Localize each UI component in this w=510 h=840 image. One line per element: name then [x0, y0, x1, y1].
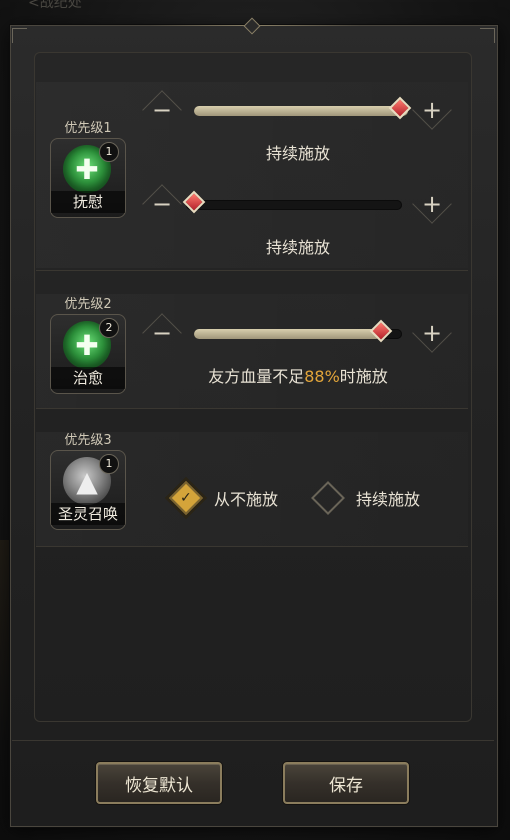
option-always-cast[interactable]: 持续施放: [311, 481, 421, 515]
skill-slot-2[interactable]: 优先级2 ✚ 2 治愈: [48, 296, 128, 394]
caption-prefix: 友方血量不足: [208, 367, 305, 386]
unchecked-diamond-icon[interactable]: [311, 481, 345, 515]
hp-threshold-value: 88%: [304, 367, 340, 386]
plus-icon: +: [421, 190, 443, 218]
option-label: 持续施放: [356, 490, 421, 509]
slider-caption: 友方血量不足88%时施放: [178, 363, 418, 387]
plus-icon: +: [421, 96, 443, 124]
reset-default-button[interactable]: 恢复默认: [96, 762, 222, 804]
checked-diamond-icon[interactable]: ✓: [169, 481, 203, 515]
row-divider: [36, 270, 468, 271]
skill-name: 抚慰: [51, 191, 125, 213]
decrease-button[interactable]: −: [142, 90, 182, 130]
save-button[interactable]: 保存: [283, 762, 409, 804]
row-divider: [36, 408, 468, 409]
decrease-button[interactable]: −: [142, 313, 182, 353]
threshold-slider[interactable]: [194, 319, 402, 343]
threshold-slider[interactable]: [194, 96, 412, 120]
threshold-slider[interactable]: [182, 190, 402, 214]
check-icon: ✓: [180, 489, 192, 506]
slider-caption: 持续施放: [265, 144, 330, 163]
skill-level-badge: 2: [99, 318, 119, 338]
background-title: <战纪处: [28, 0, 82, 11]
increase-button[interactable]: +: [412, 90, 452, 130]
decrease-button[interactable]: −: [142, 184, 182, 224]
skill-frame: ✚ 1 抚慰: [50, 138, 126, 218]
skill-level-badge: 1: [99, 142, 119, 162]
skill-name: 圣灵召唤: [51, 503, 125, 525]
caption-suffix: 时施放: [339, 367, 388, 386]
corner-ornament: [480, 28, 495, 43]
minus-icon: −: [151, 319, 173, 347]
increase-button[interactable]: +: [412, 313, 452, 353]
skill-frame: ✚ 2 治愈: [50, 314, 126, 394]
skill-frame: ▲ 1 圣灵召唤: [50, 450, 126, 530]
priority-label: 优先级3: [64, 433, 112, 448]
skill-name: 治愈: [51, 367, 125, 389]
minus-icon: −: [151, 96, 173, 124]
slider-fill: [194, 106, 408, 116]
skill-slot-3[interactable]: 优先级3 ▲ 1 圣灵召唤: [48, 432, 128, 530]
plus-icon: +: [421, 319, 443, 347]
footer-divider: [12, 740, 494, 741]
corner-ornament: [12, 28, 27, 43]
row-divider: [36, 546, 468, 547]
skill-level-badge: 1: [99, 454, 119, 474]
slider-fill: [194, 329, 382, 339]
minus-icon: −: [151, 190, 173, 218]
option-label: 从不施放: [214, 490, 279, 509]
priority-label: 优先级2: [64, 297, 112, 312]
slider-caption: 持续施放: [265, 238, 330, 257]
option-never-cast[interactable]: ✓ 从不施放: [169, 481, 279, 515]
skill-slot-1[interactable]: 优先级1 ✚ 1 抚慰: [48, 120, 128, 218]
priority-label: 优先级1: [64, 121, 112, 136]
increase-button[interactable]: +: [412, 184, 452, 224]
